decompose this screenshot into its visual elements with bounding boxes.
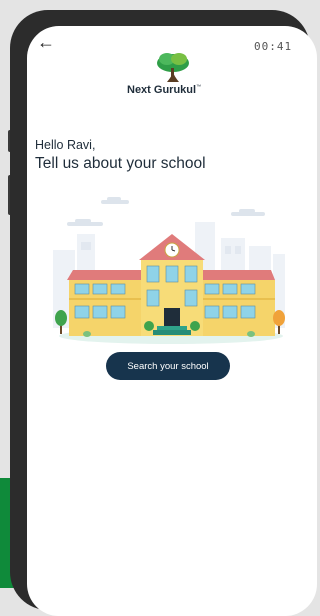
tree-logo-icon	[157, 53, 189, 82]
status-time: 00:41	[254, 40, 293, 53]
phone-frame: ← 00:41 Next Gurukul™ Hello Ravi, Tell u…	[10, 10, 317, 616]
app-screen: ← 00:41 Next Gurukul™ Hello Ravi, Tell u…	[27, 26, 317, 616]
greeting-text: Hello Ravi,	[35, 138, 96, 152]
search-school-button[interactable]: Search your school	[106, 352, 230, 380]
next-gurukul-logo: Next Gurukul™	[121, 50, 221, 100]
logo-wordmark: Next Gurukul™	[127, 84, 202, 96]
page-heading: Tell us about your school	[35, 155, 206, 172]
back-arrow-icon[interactable]: ←	[37, 33, 55, 51]
school-building-illustration	[53, 197, 285, 344]
